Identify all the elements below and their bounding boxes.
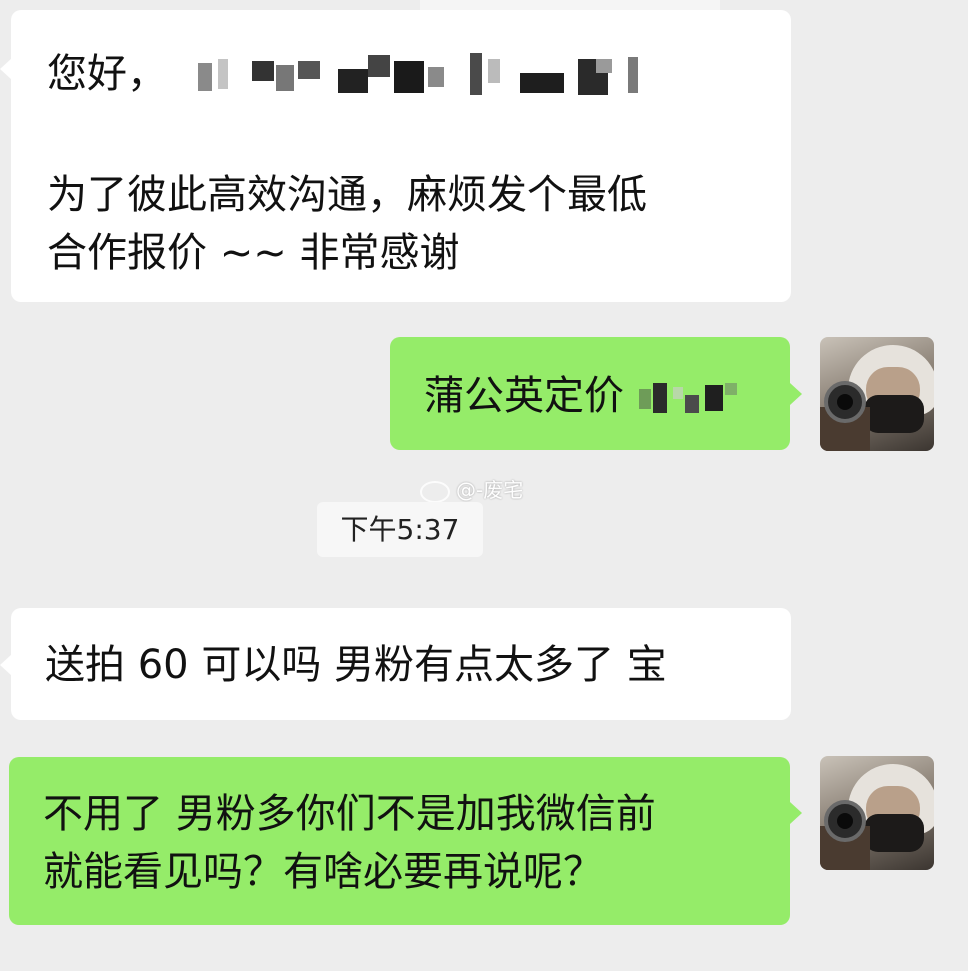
incoming-message-bubble[interactable]: 您好， 为了彼此高效沟通，麻烦发个最低 合作报价 ~~ 非常感谢: [11, 10, 791, 302]
bubble-tail: [790, 383, 802, 405]
weibo-watermark: @-废宅: [420, 474, 523, 503]
message-line: 蒲公英定价: [424, 367, 790, 425]
message-line: 您好，: [47, 44, 791, 104]
message-line: 为了彼此高效沟通，麻烦发个最低: [47, 172, 647, 218]
greeting-text: 您好，: [47, 51, 167, 97]
message-line: 送拍 60 可以吗 男粉有点太多了 宝: [45, 642, 667, 688]
outgoing-message-bubble[interactable]: 不用了 男粉多你们不是加我微信前 就能看见吗？有啥必要再说呢？: [9, 757, 790, 925]
user-avatar[interactable]: [820, 756, 934, 870]
user-avatar[interactable]: [820, 337, 934, 451]
redacted-price-mosaic: [638, 375, 739, 421]
redacted-name-mosaic: [197, 53, 658, 99]
watermark-text: @-废宅: [456, 478, 524, 502]
timestamp: 下午5:37: [317, 502, 483, 557]
weibo-icon: [420, 480, 450, 503]
message-line: 不用了 男粉多你们不是加我微信前: [43, 791, 656, 837]
price-text: 蒲公英定价: [424, 373, 624, 419]
incoming-message-bubble[interactable]: 送拍 60 可以吗 男粉有点太多了 宝: [11, 608, 791, 720]
message-line: 就能看见吗？有啥必要再说呢？: [43, 849, 603, 895]
message-line: [47, 104, 791, 166]
bubble-tail: [790, 802, 802, 824]
outgoing-message-bubble[interactable]: 蒲公英定价: [390, 337, 790, 450]
message-line: 合作报价 ~~ 非常感谢: [47, 230, 460, 276]
